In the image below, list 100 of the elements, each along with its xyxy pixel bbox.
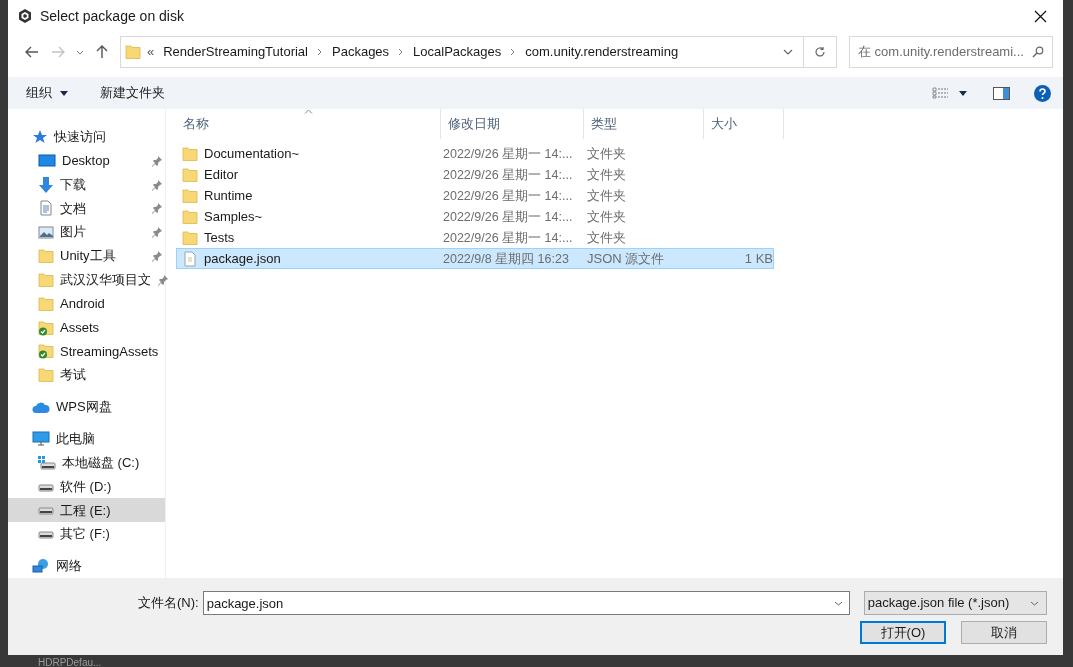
chevron-right-icon[interactable] — [398, 48, 405, 56]
sidebar-item[interactable]: 软件 (D:) — [8, 474, 165, 499]
folder-icon — [182, 166, 198, 183]
pin-icon[interactable] — [151, 154, 163, 167]
file-name: Documentation~ — [204, 144, 300, 163]
folder-icon — [38, 248, 54, 265]
background-label: HDRPDefau... — [38, 656, 102, 667]
file-name: Samples~ — [204, 207, 263, 226]
modified-date: 2022/9/26 星期一 14:... — [443, 230, 573, 245]
refresh-button[interactable] — [803, 36, 837, 68]
column-header[interactable]: 名称 — [176, 109, 441, 139]
chevron-right-icon[interactable] — [317, 48, 323, 56]
open-button[interactable]: 打开(O) — [860, 621, 946, 644]
sidebar-item[interactable]: 工程 (E:) — [8, 498, 165, 523]
chevron-down-icon — [1030, 600, 1039, 606]
file-row[interactable]: Editor 2022/9/26 星期一 14:... 文件夹 — [176, 164, 774, 185]
breadcrumb-link[interactable]: Packages — [331, 42, 391, 62]
filename-field[interactable]: package.json — [202, 591, 850, 615]
sidebar-item[interactable]: Desktop — [8, 148, 165, 173]
folder-icon — [182, 187, 198, 204]
preview-pane-icon — [993, 86, 1010, 100]
search-field[interactable]: 在 com.unity.renderstreami... — [849, 36, 1053, 68]
chevron-down-icon — [76, 49, 84, 55]
file-type-dropdown[interactable]: package.json file (*.json) — [863, 591, 1047, 615]
network-icon — [32, 558, 50, 574]
refresh-icon — [813, 46, 826, 58]
sidebar-item[interactable]: Android — [8, 291, 165, 316]
breadcrumb-link[interactable]: RenderStreamingTutorial — [162, 42, 309, 62]
help-icon — [1034, 84, 1051, 102]
organize-menu-button[interactable]: 组织 — [20, 80, 74, 106]
file-name: package.json — [204, 249, 281, 268]
caret-down-icon — [60, 90, 68, 96]
modified-date: 2022/9/26 星期一 14:... — [443, 209, 573, 224]
modified-date: 2022/9/26 星期一 14:... — [443, 188, 573, 203]
folder-icon — [182, 208, 198, 225]
overflow-chevron[interactable]: « — [147, 42, 155, 62]
caret-down-icon — [959, 90, 967, 96]
sidebar-item[interactable]: 下载 — [8, 172, 165, 197]
folder-icon — [38, 295, 54, 312]
back-arrow-icon — [25, 46, 39, 58]
sidebar-item[interactable]: StreamingAssets — [8, 339, 165, 364]
chevron-right-icon[interactable] — [510, 48, 517, 56]
file-type: 文件夹 — [587, 229, 626, 245]
sidebar-item[interactable]: 考试 — [8, 363, 165, 388]
new-folder-button[interactable]: 新建文件夹 — [94, 80, 171, 106]
pin-icon[interactable] — [157, 273, 169, 286]
windows-drive-icon — [38, 455, 56, 470]
file-row[interactable]: Samples~ 2022/9/26 星期一 14:... 文件夹 — [176, 206, 774, 227]
folder-icon — [38, 271, 54, 288]
breadcrumb-link[interactable]: LocalPackages — [412, 42, 503, 62]
address-bar[interactable]: « RenderStreamingTutorial Packages LocalPackages com.unity.renderstreaming — [120, 36, 804, 68]
sidebar-item[interactable]: 此电脑 — [8, 426, 165, 451]
sidebar-item[interactable]: 本地磁盘 (C:) — [8, 450, 165, 475]
modified-date: 2022/9/26 星期一 14:... — [443, 167, 573, 182]
modified-date: 2022/9/26 星期一 14:... — [443, 146, 573, 161]
file-name: Runtime — [204, 186, 253, 205]
forward-arrow-icon — [51, 46, 65, 58]
sidebar-item[interactable]: 快速访问 — [8, 125, 165, 149]
sidebar-item[interactable]: WPS网盘 — [8, 395, 165, 419]
sidebar-item[interactable]: Assets — [8, 315, 165, 340]
column-header[interactable]: 类型 — [584, 109, 704, 139]
file-type: 文件夹 — [587, 187, 626, 203]
file-type: 文件夹 — [587, 145, 626, 161]
breadcrumb-link[interactable]: com.unity.renderstreaming — [524, 42, 680, 62]
folder-icon — [182, 145, 198, 162]
sidebar-item[interactable]: 武汉汉华项目文 — [8, 267, 165, 292]
file-type: JSON 源文件 — [587, 250, 665, 266]
pictures-icon — [38, 224, 54, 241]
desktop-icon — [38, 152, 56, 169]
sidebar-item[interactable]: 图片 — [8, 220, 165, 245]
chevron-down-icon[interactable] — [833, 601, 843, 606]
pin-icon[interactable] — [151, 202, 163, 215]
pin-icon[interactable] — [151, 250, 163, 263]
synced-folder-icon — [38, 343, 54, 360]
chevron-down-icon[interactable] — [782, 49, 793, 55]
document-icon — [38, 200, 54, 217]
sidebar-item[interactable]: 其它 (F:) — [8, 522, 165, 547]
cube-logo-icon — [18, 9, 32, 23]
cancel-button[interactable]: 取消 — [961, 621, 1047, 644]
sidebar-item[interactable]: Unity工具 — [8, 244, 165, 268]
column-header[interactable]: 大小 — [704, 109, 784, 139]
folder-icon — [182, 229, 198, 246]
sidebar-item[interactable]: 文档 — [8, 196, 165, 221]
column-header[interactable]: 修改日期 — [441, 109, 584, 139]
up-arrow-icon — [96, 45, 108, 59]
file-size: 1 KB — [744, 249, 773, 268]
file-row[interactable]: Documentation~ 2022/9/26 星期一 14:... 文件夹 — [176, 143, 774, 164]
synced-folder-icon — [38, 319, 54, 336]
file-row[interactable]: Runtime 2022/9/26 星期一 14:... 文件夹 — [176, 185, 774, 206]
cloud-icon — [32, 400, 50, 414]
download-arrow-icon — [38, 175, 54, 194]
details-view-icon — [932, 87, 949, 99]
sidebar-item[interactable]: 网络 — [8, 554, 165, 578]
pin-icon[interactable] — [151, 226, 163, 239]
file-name: Tests — [204, 228, 235, 247]
pin-icon[interactable] — [151, 178, 163, 191]
computer-icon — [32, 430, 50, 447]
file-row[interactable]: Tests 2022/9/26 星期一 14:... 文件夹 — [176, 227, 774, 248]
file-row[interactable]: package.json 2022/9/8 星期四 16:23 JSON 源文件 1 KB — [176, 248, 774, 269]
drive-icon — [38, 505, 54, 516]
